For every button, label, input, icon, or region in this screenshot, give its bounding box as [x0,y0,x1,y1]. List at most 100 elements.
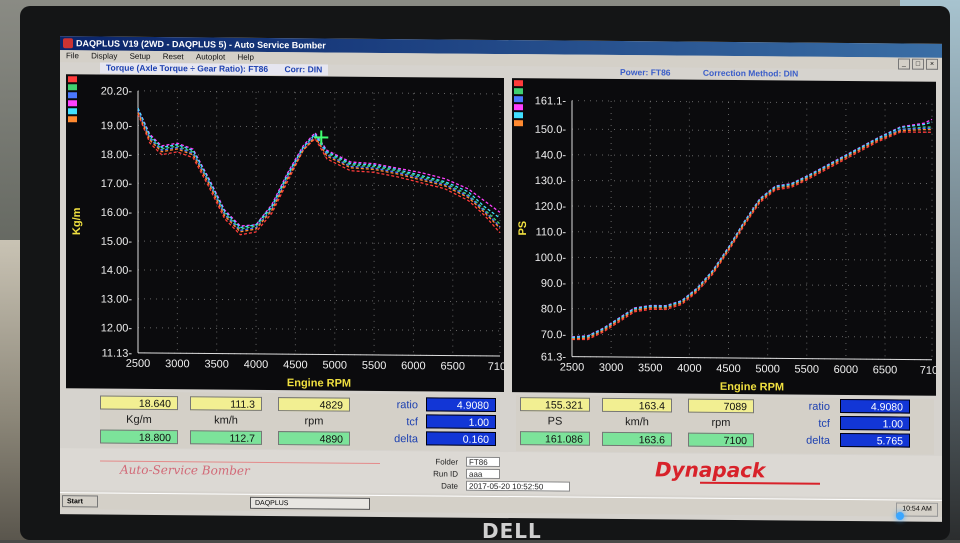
y-tick-label: 13.00- [101,293,133,305]
delta-label: delta [362,432,418,446]
x-tick-label: 3500 [638,362,662,374]
menu-help[interactable]: Help [237,53,253,62]
delta-label: delta [766,433,830,448]
x-tick-label: 2500 [126,358,150,370]
rpm-current-value: 7089 [688,399,754,414]
grid-line-horizontal [572,257,932,260]
power-current-value: 155.321 [520,397,590,412]
torque-chart[interactable]: 20.20-19.00-18.00-17.00-16.00-15.00-14.0… [66,74,504,392]
y-tick-label: 150.0- [535,124,567,136]
dynapack-logo-underline [700,482,820,485]
x-tick-label: 6000 [401,360,425,372]
x-tick-label: 5000 [755,363,779,375]
folder-field[interactable]: FT86 [466,457,500,467]
tcf-value[interactable]: 1.00 [840,416,910,431]
y-tick-label: 19.00- [101,120,133,132]
grid-line-horizontal [138,154,500,157]
menu-setup[interactable]: Setup [130,52,151,61]
grid-line-horizontal [572,232,932,235]
x-tick-label: 5500 [795,364,819,376]
x-tick-label: 3500 [204,358,228,370]
runid-field[interactable]: aaa [466,469,500,479]
y-tick-label: 110.0- [536,226,567,238]
footer-panel: Auto-Service Bomber Folder FT86 Run ID a… [60,448,942,498]
series-line-4 [572,116,932,340]
grid-line-horizontal [138,91,500,94]
grid-line-horizontal [138,212,500,215]
grid-line-horizontal [138,270,500,273]
grid-line-horizontal [572,155,932,158]
rpm-peak-value: 7100 [688,433,754,448]
minimize-button[interactable]: _ [898,58,910,69]
torque-unit: Kg/m [100,413,178,428]
x-tick-label: 3000 [599,362,623,374]
menu-autoplot[interactable]: Autoplot [196,52,225,61]
rpm-unit: rpm [688,416,754,431]
runid-label: Run ID [418,469,458,478]
x-tick-label: 2500 [560,362,584,374]
grid-line-horizontal [572,309,932,312]
ratio-label: ratio [362,398,418,412]
dell-logo: DELL [482,519,542,543]
menu-reset[interactable]: Reset [163,52,184,61]
x-tick-label: 6500 [873,364,897,376]
y-tick-label: 161.1- [535,95,567,107]
y-tick-label: 100.0- [535,252,567,264]
x-axis-label: Engine RPM [720,381,784,394]
power-chart[interactable]: 161.1-150.0-140.0-130.0-120.0-110.0-100.… [512,78,936,396]
grid-line-horizontal [138,328,500,331]
x-axis [572,357,932,360]
folder-label: Folder [418,457,458,466]
date-label: Date [418,481,458,490]
close-button[interactable]: × [926,59,938,70]
grid-line-horizontal [572,334,932,337]
app-icon [63,38,73,48]
y-tick-label: 16.00- [101,207,133,219]
series-line-1 [138,114,500,237]
x-axis-label: Engine RPM [287,377,351,390]
date-field: 2017-05-20 10:52:50 [466,481,570,492]
menu-display[interactable]: Display [91,51,117,60]
tcf-value[interactable]: 1.00 [426,414,496,429]
x-tick-label: 6500 [441,360,465,372]
tcf-label: tcf [362,415,418,429]
ratio-value[interactable]: 4.9080 [840,399,910,414]
power-chart-title: Power: FT86 [620,67,671,77]
y-tick-label: 14.00- [101,265,133,277]
start-button[interactable]: Start [62,495,98,507]
x-tick-label: 6000 [834,364,858,376]
grid-line-horizontal [138,241,500,244]
speed-peak-value: 112.7 [190,430,262,445]
y-tick-label: 15.00- [101,236,133,248]
delta-value[interactable]: 5.765 [840,433,910,448]
y-axis-label: Kg/m [71,207,83,235]
y-tick-label: 90.0- [541,278,566,290]
speed-unit: km/h [602,415,672,430]
ratio-value[interactable]: 4.9080 [426,397,496,412]
x-tick-label: 4000 [677,363,701,375]
menu-file[interactable]: File [66,51,79,60]
x-axis [138,353,500,356]
y-tick-label: 140.0- [535,149,567,161]
taskbar-item-daqplus[interactable]: DAQPLUS [250,497,370,510]
screen: DAQPLUS V19 (2WD - DAQPLUS 5) - Auto Ser… [60,36,942,522]
power-peak-value: 161.086 [520,431,590,446]
x-tick-label: 4500 [283,359,307,371]
y-tick-label: 20.20- [101,86,133,98]
series-line-2 [138,111,500,231]
grid-line-horizontal [572,180,932,183]
x-tick-label: 4500 [716,363,740,375]
y-tick-label: 70.0- [541,329,566,341]
tcf-label: tcf [766,416,830,431]
power-unit: PS [520,414,590,429]
y-tick-label: 18.00- [101,149,133,161]
delta-value[interactable]: 0.160 [426,431,496,446]
torque-chart-corr: Corr: DIN [284,64,322,74]
maximize-button[interactable]: □ [912,59,924,70]
grid-line-horizontal [572,101,932,104]
series-line-3 [138,111,500,233]
x-tick-label: 7100 [488,361,504,373]
x-tick-label: 5000 [322,359,346,371]
grid-line-horizontal [572,283,932,286]
y-axis-label: PS [517,221,529,236]
